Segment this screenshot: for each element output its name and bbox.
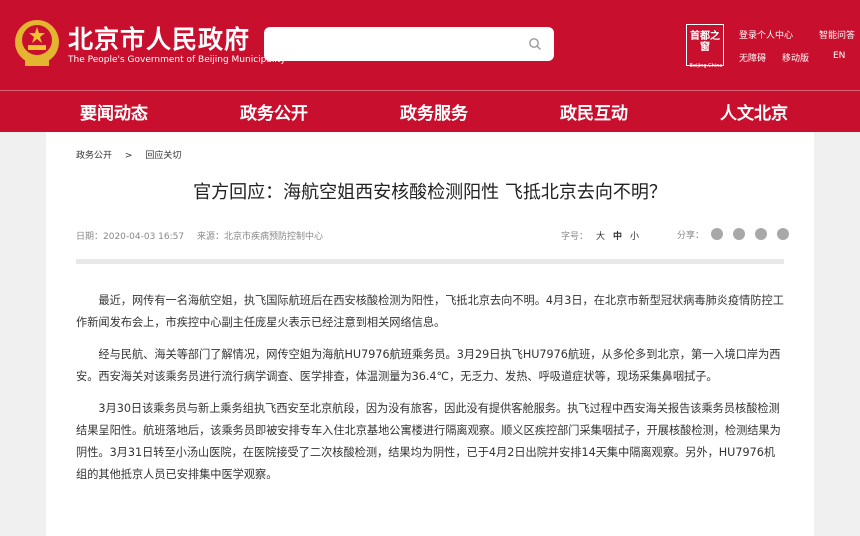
breadcrumb-separator: > xyxy=(124,151,133,161)
article-body: 最近，网传有一名海航空姐，执飞国际航班后在西安核酸检测为阳性，飞抵北京去向不明。… xyxy=(76,290,784,496)
divider xyxy=(76,259,784,264)
site-title[interactable]: 北京市人民政府 xyxy=(68,20,250,56)
font-size-label: 字号： xyxy=(561,232,589,242)
qq-icon[interactable] xyxy=(755,228,767,240)
english-link[interactable]: EN xyxy=(833,51,845,61)
weibo-icon[interactable] xyxy=(711,228,723,240)
article-source: 来源：北京市疾病预防控制中心 xyxy=(196,232,323,242)
smart-qa-link[interactable]: 智能问答 xyxy=(819,28,855,41)
mobile-version-link[interactable]: 移动版 xyxy=(782,51,809,64)
national-emblem-icon[interactable] xyxy=(13,18,61,68)
login-link[interactable]: 登录个人中心 xyxy=(739,28,793,41)
nav-item-culture[interactable]: 人文北京 xyxy=(720,99,788,124)
article-meta: 日期：2020-04-03 16:57 来源：北京市疾病预防控制中心 xyxy=(76,229,333,242)
nav-item-interaction[interactable]: 政民互动 xyxy=(560,99,628,124)
article-title: 官方回应：海航空姐西安核酸检测阳性 飞抵北京去向不明？ xyxy=(193,182,667,203)
search-icon[interactable] xyxy=(528,37,542,51)
breadcrumb-item[interactable]: 回应关切 xyxy=(145,151,181,161)
qzone-icon[interactable] xyxy=(777,228,789,240)
nav-item-gov-affairs[interactable]: 政务公开 xyxy=(240,99,308,124)
article-date: 日期：2020-04-03 16:57 xyxy=(76,232,185,242)
article-paragraph: 经与民航、海关等部门了解情况，网传空姐为海航HU7976航班乘务员。3月29日执… xyxy=(76,348,781,383)
wechat-icon[interactable] xyxy=(733,228,745,240)
search-input[interactable] xyxy=(264,27,554,61)
share-label: 分享： xyxy=(677,231,705,241)
breadcrumb: 政务公开 > 回应关切 xyxy=(76,148,191,161)
font-size-large[interactable]: 大 xyxy=(596,232,605,242)
font-size-control: 字号： 大中小 xyxy=(561,229,639,242)
breadcrumb-item[interactable]: 政务公开 xyxy=(76,151,112,161)
nav-item-services[interactable]: 政务服务 xyxy=(400,99,468,124)
font-size-medium[interactable]: 中 xyxy=(613,232,622,242)
logo-subtitle: Beijing.China xyxy=(689,63,723,69)
article-paragraph: 最近，网传有一名海航空姐，执飞国际航班后在西安核酸检测为阳性，飞抵北京去向不明。… xyxy=(76,294,784,329)
font-size-small[interactable]: 小 xyxy=(630,232,639,242)
article-container: 政务公开 > 回应关切 官方回应：海航空姐西安核酸检测阳性 飞抵北京去向不明？ … xyxy=(46,132,814,536)
site-header: 北京市人民政府 The People's Government of Beiji… xyxy=(0,0,860,132)
shoudu-zhichuang-logo[interactable]: 首都之窗 xyxy=(686,24,724,66)
accessibility-link[interactable]: 无障碍 xyxy=(739,51,766,64)
site-subtitle: The People's Government of Beijing Munic… xyxy=(68,55,286,65)
main-nav: 要闻动态 政务公开 政务服务 政民互动 人文北京 xyxy=(0,90,860,132)
article-paragraph: 3月30日该乘务员与新上乘务组执飞西安至北京航段，因为没有旅客，因此没有提供客舱… xyxy=(76,402,781,481)
logo-text: 首都之窗 xyxy=(690,31,720,53)
header-top: 北京市人民政府 The People's Government of Beiji… xyxy=(0,0,860,90)
nav-item-news[interactable]: 要闻动态 xyxy=(80,99,148,124)
